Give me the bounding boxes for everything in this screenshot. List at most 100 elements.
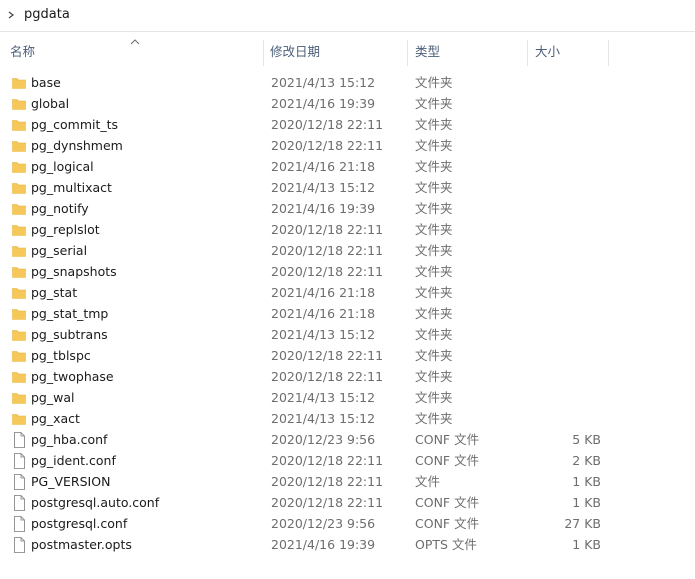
table-row[interactable]: PG_VERSION 2020/12/18 22:11 文件 1 KB — [0, 471, 695, 492]
file-name: pg_wal — [31, 390, 75, 405]
file-type: 文件夹 — [415, 411, 453, 426]
table-row[interactable]: pg_replslot 2020/12/18 22:11 文件夹 — [0, 219, 695, 240]
file-modified-date: 2021/4/13 15:12 — [271, 75, 376, 90]
file-icon — [14, 453, 25, 469]
folder-icon — [12, 330, 26, 341]
table-row[interactable]: pg_subtrans 2021/4/13 15:12 文件夹 — [0, 324, 695, 345]
table-row[interactable]: pg_stat 2021/4/16 21:18 文件夹 — [0, 282, 695, 303]
breadcrumb-pgdata[interactable]: pgdata — [24, 7, 70, 22]
folder-icon — [12, 288, 26, 299]
file-modified-date: 2021/4/16 19:39 — [271, 537, 376, 552]
column-header-date[interactable]: 修改日期 — [266, 38, 406, 66]
address-bar: pgdata — [0, 0, 695, 32]
table-row[interactable]: pg_serial 2020/12/18 22:11 文件夹 — [0, 240, 695, 261]
file-size — [527, 240, 601, 261]
file-name: pg_subtrans — [31, 327, 108, 342]
column-divider[interactable] — [263, 40, 264, 66]
folder-icon — [12, 99, 26, 110]
file-name: pg_replslot — [31, 222, 100, 237]
table-row[interactable]: base 2021/4/13 15:12 文件夹 — [0, 72, 695, 93]
folder-icon — [12, 162, 26, 173]
table-row[interactable]: pg_wal 2021/4/13 15:12 文件夹 — [0, 387, 695, 408]
column-divider[interactable] — [608, 40, 609, 66]
file-modified-date: 2020/12/18 22:11 — [271, 495, 384, 510]
file-type: 文件夹 — [415, 390, 453, 405]
file-modified-date: 2021/4/13 15:12 — [271, 180, 376, 195]
chevron-right-icon[interactable] — [6, 8, 16, 22]
file-modified-date: 2021/4/16 19:39 — [271, 201, 376, 216]
file-size — [527, 135, 601, 156]
column-header-type[interactable]: 类型 — [411, 38, 525, 66]
file-type: 文件夹 — [415, 348, 453, 363]
file-size — [527, 261, 601, 282]
folder-icon — [12, 78, 26, 89]
table-row[interactable]: postmaster.opts 2021/4/16 19:39 OPTS 文件 1 K… — [0, 534, 695, 555]
file-type: 文件夹 — [415, 138, 453, 153]
table-row[interactable]: pg_ident.conf 2020/12/18 22:11 CONF 文件 2 KB — [0, 450, 695, 471]
table-row[interactable]: pg_notify 2021/4/16 19:39 文件夹 — [0, 198, 695, 219]
file-modified-date: 2021/4/13 15:12 — [271, 390, 376, 405]
column-divider[interactable] — [407, 40, 408, 66]
file-size: 1 KB — [572, 495, 601, 510]
file-name: pg_stat — [31, 285, 78, 300]
folder-icon — [12, 414, 26, 425]
file-name: base — [31, 75, 61, 90]
file-type: 文件夹 — [415, 159, 453, 174]
column-header-name[interactable]: 名称 — [6, 38, 262, 66]
file-size: 2 KB — [572, 453, 601, 468]
file-name: global — [31, 96, 70, 111]
file-name: pg_logical — [31, 159, 94, 174]
file-type: 文件夹 — [415, 306, 453, 321]
file-size: 1 KB — [572, 474, 601, 489]
table-row[interactable]: pg_logical 2021/4/16 21:18 文件夹 — [0, 156, 695, 177]
file-size — [527, 177, 601, 198]
file-name: pg_serial — [31, 243, 88, 258]
table-row[interactable]: pg_snapshots 2020/12/18 22:11 文件夹 — [0, 261, 695, 282]
file-type: 文件夹 — [415, 75, 453, 90]
file-list: base 2021/4/13 15:12 文件夹 global 2021/4/16 19… — [0, 72, 695, 555]
column-header: 名称 修改日期 类型 大小 — [0, 38, 695, 66]
file-type: 文件夹 — [415, 243, 453, 258]
file-name: pg_xact — [31, 411, 80, 426]
file-type: 文件 — [415, 474, 441, 489]
file-modified-date: 2020/12/18 22:11 — [271, 117, 384, 132]
table-row[interactable]: pg_stat_tmp 2021/4/16 21:18 文件夹 — [0, 303, 695, 324]
file-modified-date: 2021/4/16 21:18 — [271, 159, 376, 174]
file-modified-date: 2020/12/23 9:56 — [271, 516, 376, 531]
file-size: 5 KB — [572, 432, 601, 447]
file-modified-date: 2020/12/18 22:11 — [271, 264, 384, 279]
file-name: pg_tblspc — [31, 348, 91, 363]
file-type: 文件夹 — [415, 96, 453, 111]
table-row[interactable]: pg_hba.conf 2020/12/23 9:56 CONF 文件 5 KB — [0, 429, 695, 450]
file-size: 27 KB — [564, 516, 601, 531]
file-icon — [14, 474, 25, 490]
table-row[interactable]: postgresql.conf 2020/12/23 9:56 CONF 文件 27 … — [0, 513, 695, 534]
column-divider[interactable] — [527, 40, 528, 66]
folder-icon — [12, 393, 26, 404]
file-size — [527, 387, 601, 408]
table-row[interactable]: pg_twophase 2020/12/18 22:11 文件夹 — [0, 366, 695, 387]
folder-icon — [12, 351, 26, 362]
table-row[interactable]: pg_xact 2021/4/13 15:12 文件夹 — [0, 408, 695, 429]
table-row[interactable]: pg_dynshmem 2020/12/18 22:11 文件夹 — [0, 135, 695, 156]
table-row[interactable]: postgresql.auto.conf 2020/12/18 22:11 CONF… — [0, 492, 695, 513]
file-size — [527, 282, 601, 303]
file-name: pg_hba.conf — [31, 432, 108, 447]
file-type: 文件夹 — [415, 222, 453, 237]
file-modified-date: 2020/12/18 22:11 — [271, 369, 384, 384]
folder-icon — [12, 120, 26, 131]
table-row[interactable]: global 2021/4/16 19:39 文件夹 — [0, 93, 695, 114]
file-modified-date: 2020/12/18 22:11 — [271, 243, 384, 258]
file-icon — [14, 537, 25, 553]
file-size — [527, 324, 601, 345]
table-row[interactable]: pg_commit_ts 2020/12/18 22:11 文件夹 — [0, 114, 695, 135]
file-modified-date: 2021/4/13 15:12 — [271, 327, 376, 342]
file-size — [527, 114, 601, 135]
table-row[interactable]: pg_tblspc 2020/12/18 22:11 文件夹 — [0, 345, 695, 366]
file-type: CONF 文件 — [415, 495, 480, 510]
table-row[interactable]: pg_multixact 2021/4/13 15:12 文件夹 — [0, 177, 695, 198]
file-name: pg_stat_tmp — [31, 306, 109, 321]
file-size — [527, 408, 601, 429]
column-header-size[interactable]: 大小 — [531, 38, 607, 66]
file-icon — [14, 495, 25, 511]
